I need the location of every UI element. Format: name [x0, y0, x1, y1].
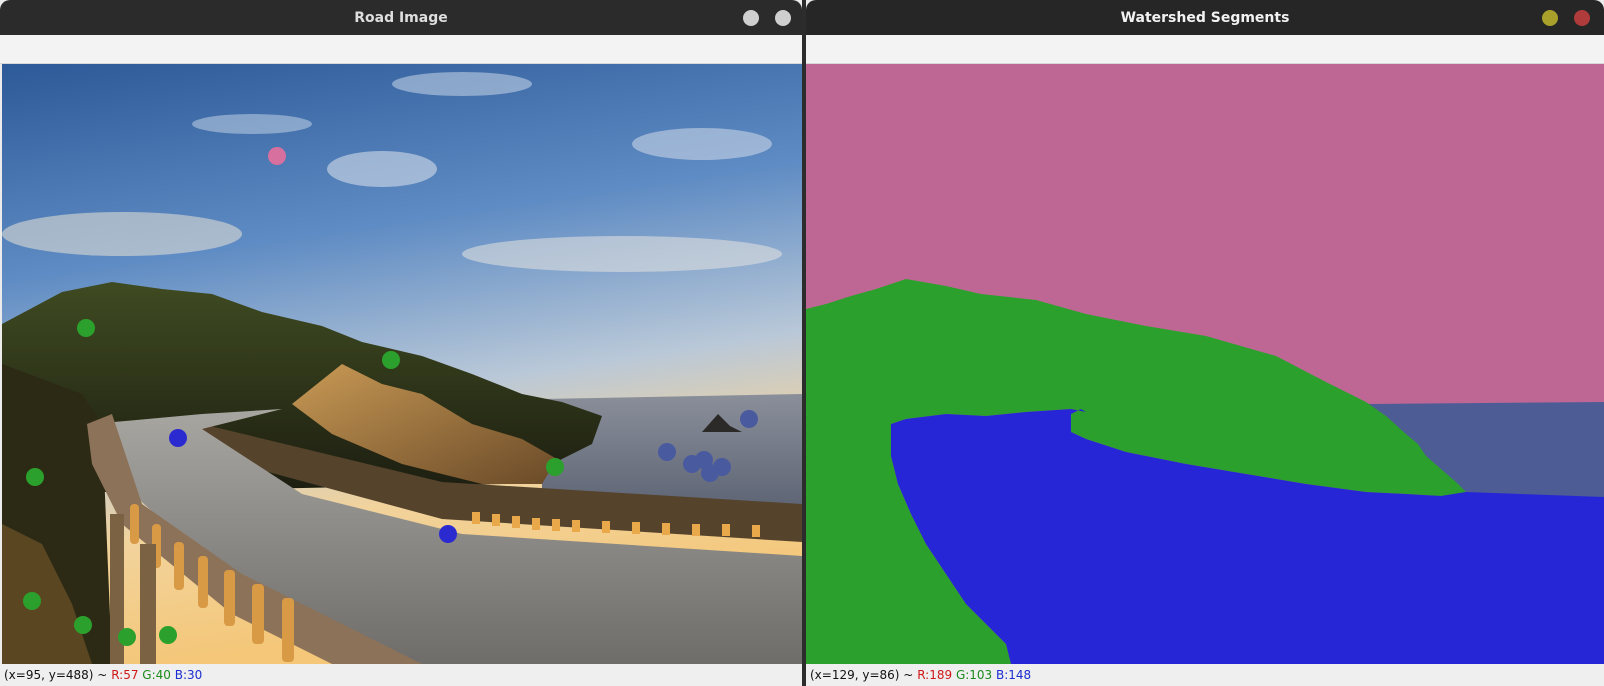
- marker-land[interactable]: [546, 458, 564, 476]
- marker-land[interactable]: [23, 592, 41, 610]
- marker-land[interactable]: [159, 626, 177, 644]
- watershed-statusbar: (x=129, y=86) ~ R:189 G:103 B:148: [806, 664, 1604, 686]
- watershed-canvas[interactable]: [806, 64, 1604, 664]
- status-b-value: B:148: [996, 668, 1032, 682]
- close-button[interactable]: [1574, 10, 1590, 26]
- marker-road[interactable]: [169, 429, 187, 447]
- road-image-statusbar: (x=95, y=488) ~ R:57 G:40 B:30: [0, 664, 802, 686]
- status-r-value: R:57: [111, 668, 139, 682]
- segmentation-map[interactable]: [806, 64, 1604, 664]
- status-b-value: B:30: [174, 668, 203, 682]
- marker-land[interactable]: [382, 351, 400, 369]
- marker-road[interactable]: [439, 525, 457, 543]
- status-g-value: G:40: [142, 668, 171, 682]
- road-image-window[interactable]: Road Image (x=95, y=488) ~ R:57 G:40 B:3…: [0, 0, 802, 686]
- minimize-button[interactable]: [743, 10, 759, 26]
- road-image-titlebar[interactable]: Road Image: [0, 0, 802, 35]
- watershed-title: Watershed Segments: [1120, 9, 1290, 26]
- marker-land[interactable]: [74, 616, 92, 634]
- watershed-window[interactable]: Watershed Segments (x=129, y=86) ~ R:189…: [806, 0, 1604, 686]
- status-coords: (x=95, y=488) ~: [4, 668, 108, 682]
- marker-sea[interactable]: [658, 443, 676, 461]
- status-r-value: R:189: [917, 668, 953, 682]
- marker-sea[interactable]: [713, 458, 731, 476]
- marker-sea[interactable]: [740, 410, 758, 428]
- watershed-titlebar[interactable]: Watershed Segments: [806, 0, 1604, 35]
- road-image-title: Road Image: [354, 9, 448, 26]
- maximize-button[interactable]: [775, 10, 791, 26]
- status-coords: (x=129, y=86) ~: [810, 668, 914, 682]
- marker-land[interactable]: [26, 468, 44, 486]
- marker-land[interactable]: [118, 628, 136, 646]
- road-image-toolbar: [0, 35, 802, 64]
- marker-sky[interactable]: [268, 147, 286, 165]
- road-image-canvas[interactable]: [2, 64, 802, 664]
- marker-land[interactable]: [77, 319, 95, 337]
- watershed-toolbar: [806, 35, 1604, 64]
- marker-layer[interactable]: [2, 64, 802, 664]
- minimize-button[interactable]: [1542, 10, 1558, 26]
- status-g-value: G:103: [955, 668, 993, 682]
